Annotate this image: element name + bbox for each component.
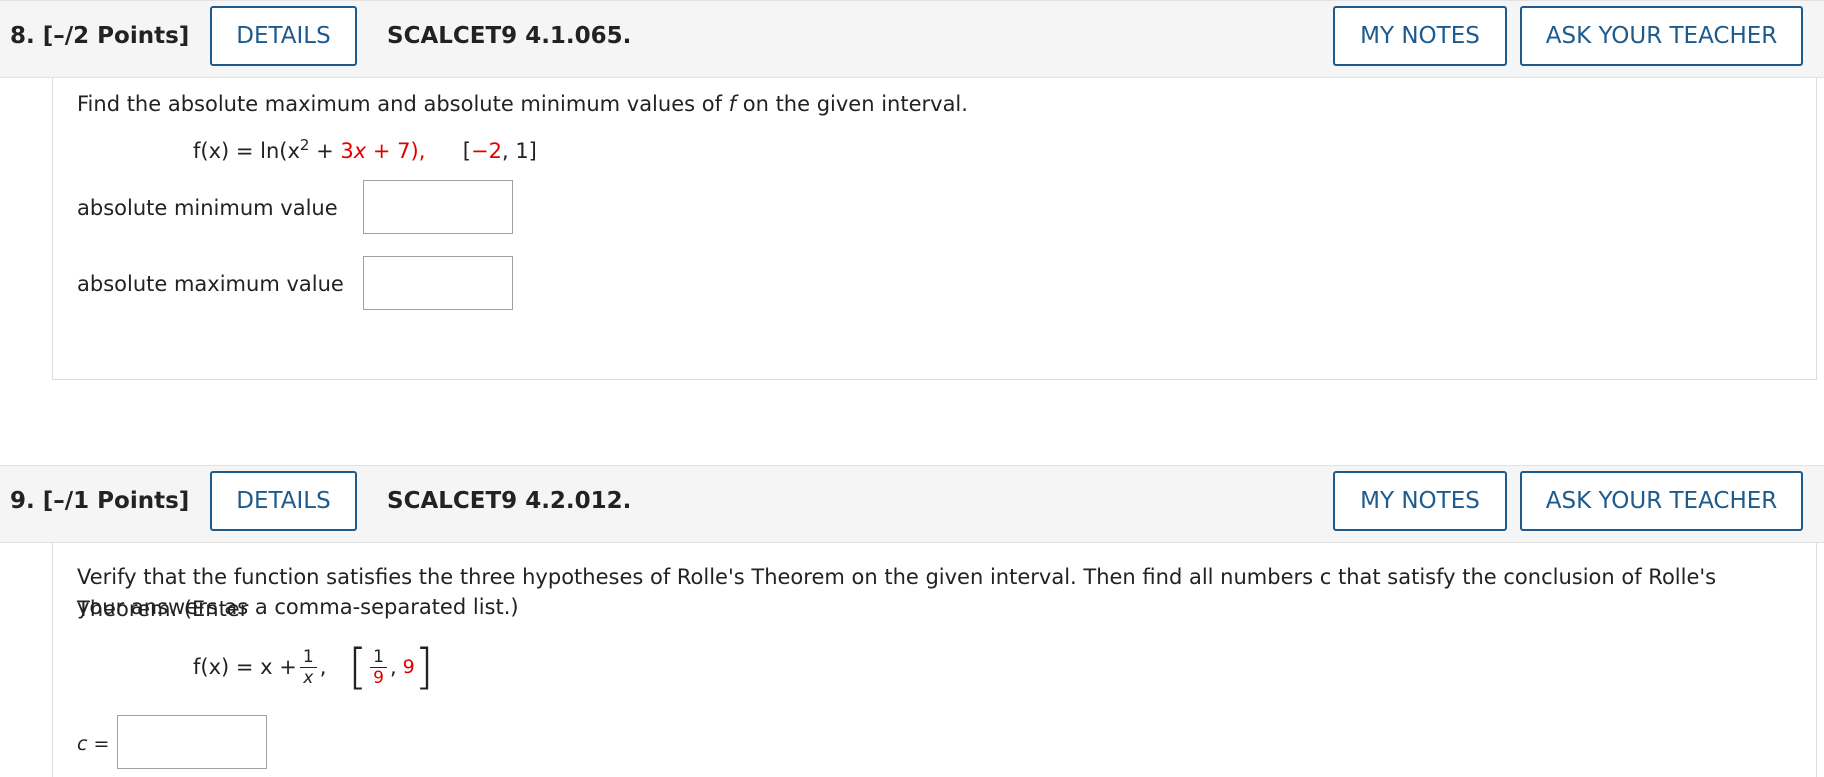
interval-fraction: 1 9: [370, 647, 387, 688]
question-9-points: 9. [–/1 Points]: [10, 488, 190, 514]
question-9-formula: f(x) = x + 1 x , [ 1 9 , 9 ]: [193, 643, 433, 691]
min-value-input[interactable]: [363, 180, 513, 234]
formula-close: ),: [410, 139, 426, 163]
min-value-label: absolute minimum value: [77, 196, 338, 220]
formula-coefficient: 3: [340, 139, 354, 163]
formula-constant: 7: [397, 139, 411, 163]
question-8-code: SCALCET9 4.1.065.: [387, 23, 632, 49]
question-8-formula: f(x) = ln(x2 + 3x + 7), [−2, 1]: [193, 136, 537, 163]
interval-start: −2: [471, 139, 502, 163]
question-9-my-notes-button[interactable]: MY NOTES: [1333, 471, 1507, 531]
interval-end: , 1]: [501, 139, 537, 163]
question-8-my-notes-button[interactable]: MY NOTES: [1333, 6, 1507, 66]
c-value-input[interactable]: [117, 715, 267, 769]
formula-comma: ,: [319, 655, 327, 679]
max-value-input[interactable]: [363, 256, 513, 310]
question-8-ask-teacher-button[interactable]: ASK YOUR TEACHER: [1520, 6, 1803, 66]
formula-fraction: 1 x: [299, 647, 317, 688]
max-value-label: absolute maximum value: [77, 272, 344, 296]
question-9-ask-teacher-button[interactable]: ASK YOUR TEACHER: [1520, 471, 1803, 531]
formula-x-term: x +: [353, 139, 398, 163]
fraction-numerator: 1: [299, 647, 317, 668]
prompt-text-end: on the given interval.: [736, 92, 968, 116]
interval-open: [: [462, 139, 471, 163]
question-8-header: 8. [–/2 Points] DETAILS SCALCET9 4.1.065…: [0, 0, 1824, 78]
question-9-code: SCALCET9 4.2.012.: [387, 488, 632, 514]
question-9-body: Verify that the function satisfies the t…: [52, 543, 1817, 777]
interval-denominator: 9: [373, 667, 384, 688]
question-9-prompt-line-2: your answers as a comma-separated list.): [77, 595, 519, 619]
interval-comma: ,: [389, 655, 397, 679]
question-8-points: 8. [–/2 Points]: [10, 23, 190, 49]
c-label: c =: [77, 733, 110, 755]
formula-plus: +: [309, 139, 341, 163]
interval-open-bracket: [: [348, 639, 368, 695]
formula-lhs: f(x) = x +: [193, 655, 297, 679]
question-9-details-button[interactable]: DETAILS: [210, 471, 357, 531]
question-9-header: 9. [–/1 Points] DETAILS SCALCET9 4.2.012…: [0, 465, 1824, 543]
formula-lhs: f(x) = ln(x: [193, 139, 300, 163]
prompt-text: Find the absolute maximum and absolute m…: [77, 92, 729, 116]
prompt-variable: f: [728, 92, 737, 116]
interval-close-bracket: ]: [414, 639, 434, 695]
interval-upper: 9: [402, 656, 415, 678]
question-8-body: Find the absolute maximum and absolute m…: [52, 78, 1817, 380]
fraction-denominator: x: [303, 667, 314, 688]
question-8-details-button[interactable]: DETAILS: [210, 6, 357, 66]
question-8-prompt: Find the absolute maximum and absolute m…: [77, 88, 968, 120]
interval-numerator: 1: [370, 647, 387, 668]
